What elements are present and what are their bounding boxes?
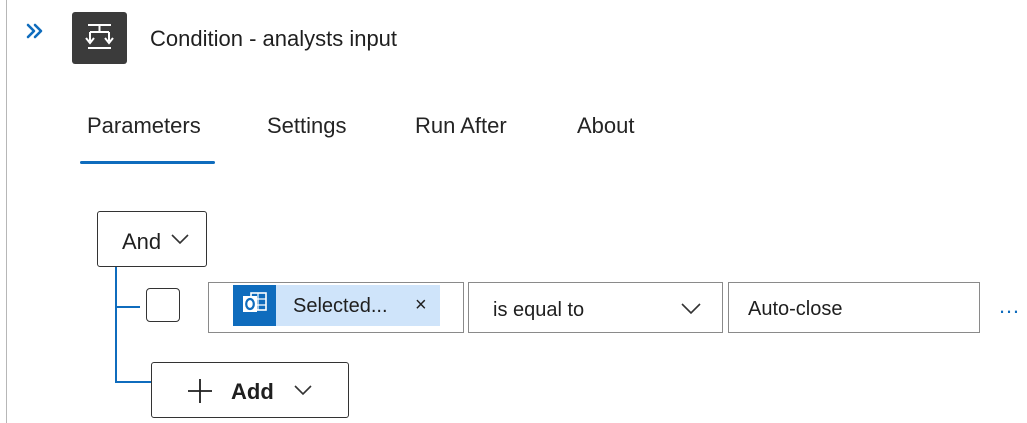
tab-about[interactable]: About: [577, 113, 635, 139]
operator-dropdown[interactable]: is equal to: [468, 282, 723, 333]
chevron-down-icon: [294, 385, 312, 396]
left-operand-field[interactable]: Selected... ×: [208, 282, 464, 333]
outlook-icon: [233, 285, 276, 326]
group-operator-label: And: [122, 229, 162, 254]
dynamic-content-token[interactable]: Selected... ×: [233, 285, 440, 326]
tab-parameters[interactable]: Parameters: [87, 113, 201, 139]
chevron-down-icon: [681, 303, 701, 315]
chevron-down-icon: [171, 234, 189, 245]
tab-settings[interactable]: Settings: [267, 113, 347, 139]
group-operator-dropdown[interactable]: And: [97, 211, 207, 267]
right-operand-value: Auto-close: [748, 298, 843, 320]
action-title: Condition - analysts input: [150, 26, 398, 51]
selected-tab-indicator: [80, 161, 215, 164]
ellipsis-icon: …: [998, 293, 1021, 318]
plus-icon: [188, 379, 212, 403]
condition-action-icon: [72, 12, 127, 64]
chevron-double-right-icon: [26, 23, 43, 39]
add-button-label: Add: [231, 379, 274, 404]
panel-left-border: [6, 0, 7, 423]
right-operand-input[interactable]: Auto-close: [728, 282, 980, 333]
token-label: Selected...: [293, 295, 388, 317]
operator-label: is equal to: [493, 299, 585, 321]
condition-icon: [85, 24, 114, 49]
more-options-button[interactable]: …: [998, 293, 1027, 323]
expand-panel-button[interactable]: [24, 20, 48, 44]
remove-token-icon[interactable]: ×: [415, 295, 427, 315]
tab-run-after[interactable]: Run After: [415, 113, 507, 139]
tree-connector-add: [115, 381, 151, 383]
tree-connector-vertical: [115, 267, 117, 383]
add-button[interactable]: Add: [151, 362, 349, 418]
tree-connector-row: [115, 306, 140, 308]
condition-row-checkbox[interactable]: [146, 288, 180, 322]
